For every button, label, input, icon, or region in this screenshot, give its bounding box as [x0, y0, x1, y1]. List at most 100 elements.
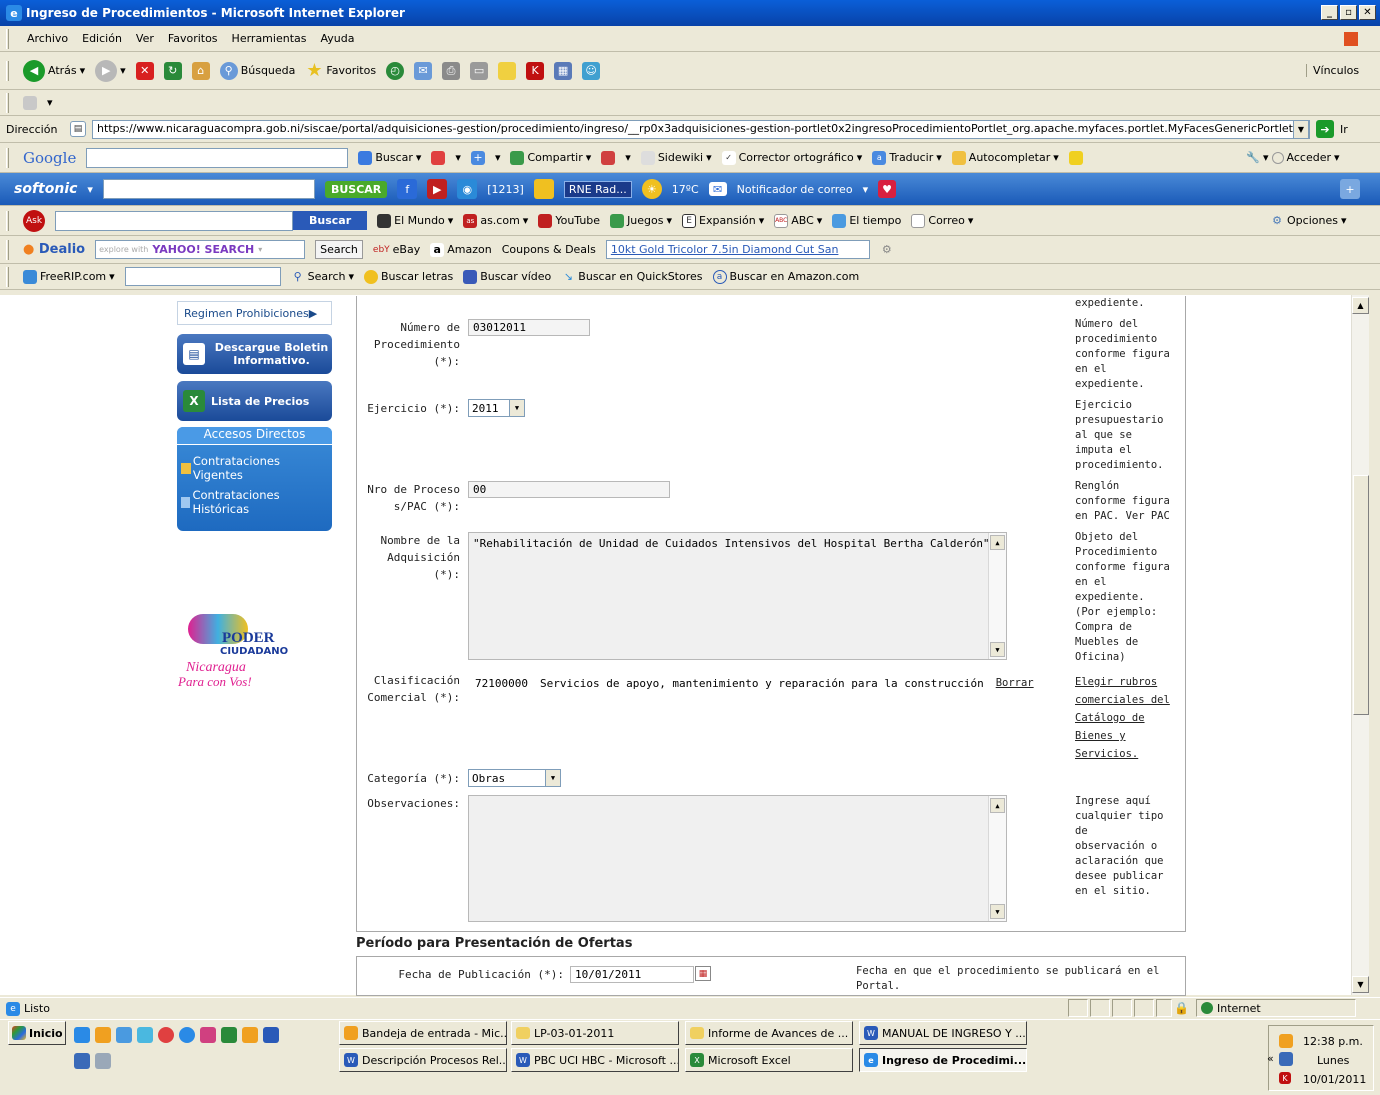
- google-plus-icon[interactable]: +: [470, 150, 485, 165]
- media-quicklaunch-icon[interactable]: [158, 1027, 174, 1043]
- go-label[interactable]: Ir: [1340, 123, 1348, 136]
- ask-search-input[interactable]: [55, 210, 293, 231]
- links-label[interactable]: Vínculos: [1306, 64, 1359, 77]
- ask-link-eltiempo[interactable]: El tiempo: [832, 213, 901, 228]
- ask-link-as[interactable]: as as.com ▾: [463, 213, 528, 228]
- google-search-input[interactable]: [86, 147, 349, 168]
- tray-time[interactable]: 12:38 p.m.: [1303, 1035, 1363, 1048]
- paint-quicklaunch-icon[interactable]: [200, 1027, 216, 1043]
- textarea-scrollbar[interactable]: ▲ ▼: [988, 796, 1006, 921]
- messenger-icon[interactable]: ☺: [582, 61, 601, 80]
- softonic-mail[interactable]: Notificador de correo: [737, 183, 853, 196]
- ask-link-elmundo[interactable]: El Mundo ▾: [377, 213, 453, 228]
- taskbar-excel[interactable]: X Microsoft Excel: [685, 1048, 853, 1072]
- buscar-video-button[interactable]: Buscar vídeo: [463, 269, 551, 284]
- ask-link-youtube[interactable]: YouTube: [538, 213, 600, 228]
- facebook-icon[interactable]: f: [397, 179, 418, 199]
- google-buscar-button[interactable]: Buscar ▾: [358, 150, 421, 165]
- dealio-ebay-link[interactable]: ebY eBay: [373, 243, 420, 256]
- highlight-icon[interactable]: [1068, 150, 1083, 165]
- ask-link-correo[interactable]: Correo ▾: [911, 213, 973, 228]
- regimen-prohibiciones-link[interactable]: Regimen Prohibiciones ▶: [177, 301, 332, 325]
- menu-herramientas[interactable]: Herramientas: [232, 32, 307, 45]
- outlook2-quicklaunch-icon[interactable]: [242, 1027, 258, 1043]
- print-icon[interactable]: ⎙: [442, 61, 461, 80]
- outlook-quicklaunch-icon[interactable]: [95, 1027, 111, 1043]
- softonic-count[interactable]: [1213]: [487, 183, 524, 196]
- kaspersky-icon[interactable]: K: [526, 61, 545, 80]
- minimize-button[interactable]: _: [1321, 5, 1338, 20]
- scroll-thumb[interactable]: [1353, 475, 1369, 715]
- ask-link-juegos[interactable]: Juegos ▾: [610, 213, 672, 228]
- buscar-amazon-button[interactable]: a Buscar en Amazon.com: [712, 269, 859, 284]
- buscar-quickstores-button[interactable]: ↘ Buscar en QuickStores: [561, 270, 703, 284]
- softonic-add-icon[interactable]: +: [1340, 179, 1360, 199]
- youtube-icon[interactable]: ▶: [427, 179, 448, 199]
- dealio-settings-icon[interactable]: ⚙: [880, 243, 894, 257]
- back-button[interactable]: ◀ Atrás ▾: [23, 59, 85, 82]
- address-input[interactable]: https://www.nicaraguacompra.gob.ni/sisca…: [92, 120, 1310, 139]
- forward-button[interactable]: ▶ ▾: [95, 59, 126, 82]
- go-arrow-icon[interactable]: ➔: [1316, 120, 1334, 138]
- autocompletar-button[interactable]: Autocompletar ▾: [951, 150, 1059, 165]
- address-dropdown[interactable]: ▼: [1293, 120, 1309, 139]
- softonic-buscar-button[interactable]: BUSCAR: [324, 180, 388, 198]
- elegir-rubros-link[interactable]: Elegir rubros comerciales del Catálogo de B…: [1075, 673, 1180, 763]
- tray-network-icon[interactable]: [1279, 1052, 1293, 1066]
- dealio-deal-select[interactable]: 10kt Gold Tricolor 7.5in Diamond Cut San: [605, 240, 870, 259]
- page-scrollbar[interactable]: ▲ ▼: [1351, 295, 1369, 995]
- scroll-down-icon[interactable]: ▼: [990, 642, 1005, 657]
- menu-edicion[interactable]: Edición: [82, 32, 122, 45]
- google-popup-icon[interactable]: [431, 150, 446, 165]
- menu-ayuda[interactable]: Ayuda: [320, 32, 354, 45]
- dealio-search-button[interactable]: Search: [315, 240, 363, 259]
- mail-icon[interactable]: ✉: [414, 61, 433, 80]
- player-quicklaunch-icon[interactable]: [179, 1027, 195, 1043]
- start-button[interactable]: Inicio: [8, 1021, 66, 1045]
- notes-icon[interactable]: [498, 61, 517, 80]
- borrar-link[interactable]: Borrar: [996, 677, 1034, 690]
- corrector-button[interactable]: ✓ Corrector ortográfico ▾: [721, 150, 862, 165]
- stop-icon[interactable]: ✕: [135, 61, 154, 80]
- contrataciones-historicas-link[interactable]: Contrataciones Históricas: [181, 488, 332, 516]
- ebay-icon[interactable]: [533, 179, 554, 199]
- history-icon[interactable]: ◴: [386, 61, 405, 80]
- dealio-coupons-link[interactable]: Coupons & Deals: [502, 243, 596, 256]
- textarea-scrollbar[interactable]: ▲ ▼: [988, 533, 1006, 659]
- fecha-publicacion-input[interactable]: 10/01/2011: [570, 966, 694, 983]
- scroll-down-icon[interactable]: ▼: [1352, 976, 1369, 993]
- proceso-pac-input[interactable]: 00: [468, 481, 670, 498]
- search-quicklaunch-icon[interactable]: [95, 1053, 111, 1069]
- excel-quicklaunch-icon[interactable]: [221, 1027, 237, 1043]
- google-acceder-button[interactable]: 🔧 ▾ Acceder ▾: [1246, 151, 1339, 165]
- sidewiki-button[interactable]: Sidewiki ▾: [640, 150, 712, 165]
- buscar-letras-button[interactable]: Buscar letras: [364, 269, 453, 284]
- radio-player[interactable]: RNE Rad...: [563, 180, 632, 198]
- close-button[interactable]: ✕: [1359, 5, 1376, 20]
- maximize-button[interactable]: ▫: [1340, 5, 1357, 20]
- pagerank-icon[interactable]: [601, 150, 616, 165]
- traducir-button[interactable]: a Traducir ▾: [872, 150, 942, 165]
- scroll-down-icon[interactable]: ▼: [990, 904, 1005, 919]
- compartir-button[interactable]: Compartir ▾: [510, 150, 591, 165]
- menu-favoritos[interactable]: Favoritos: [168, 32, 218, 45]
- toolbar-icon[interactable]: [23, 95, 37, 110]
- network-quicklaunch-icon[interactable]: [137, 1027, 153, 1043]
- ie-quicklaunch-icon[interactable]: [74, 1027, 90, 1043]
- refresh-icon[interactable]: ↻: [163, 61, 182, 80]
- taskbar-folder-informe[interactable]: Informe de Avances de ...: [685, 1021, 853, 1045]
- contrataciones-vigentes-link[interactable]: Contrataciones Vigentes: [181, 454, 332, 482]
- word-quicklaunch-icon[interactable]: [263, 1027, 279, 1043]
- rss-icon[interactable]: ◉: [457, 179, 478, 199]
- scroll-up-icon[interactable]: ▲: [1352, 297, 1369, 314]
- favorites-button[interactable]: ★ Favoritos: [305, 60, 376, 81]
- dealio-amazon-link[interactable]: a Amazon: [430, 242, 492, 257]
- desktop-quicklaunch-icon[interactable]: [74, 1053, 90, 1069]
- edit-icon[interactable]: ▭: [470, 61, 489, 80]
- taskbar-word-manual[interactable]: W MANUAL DE INGRESO Y ...: [859, 1021, 1027, 1045]
- taskbar-word-descripcion[interactable]: W Descripción Procesos Rel...: [339, 1048, 507, 1072]
- taskbar-outlook[interactable]: Bandeja de entrada - Mic...: [339, 1021, 507, 1045]
- menu-ver[interactable]: Ver: [136, 32, 154, 45]
- lista-precios-button[interactable]: X Lista de Precios: [177, 381, 332, 421]
- calendar-icon[interactable]: ▦: [695, 966, 711, 981]
